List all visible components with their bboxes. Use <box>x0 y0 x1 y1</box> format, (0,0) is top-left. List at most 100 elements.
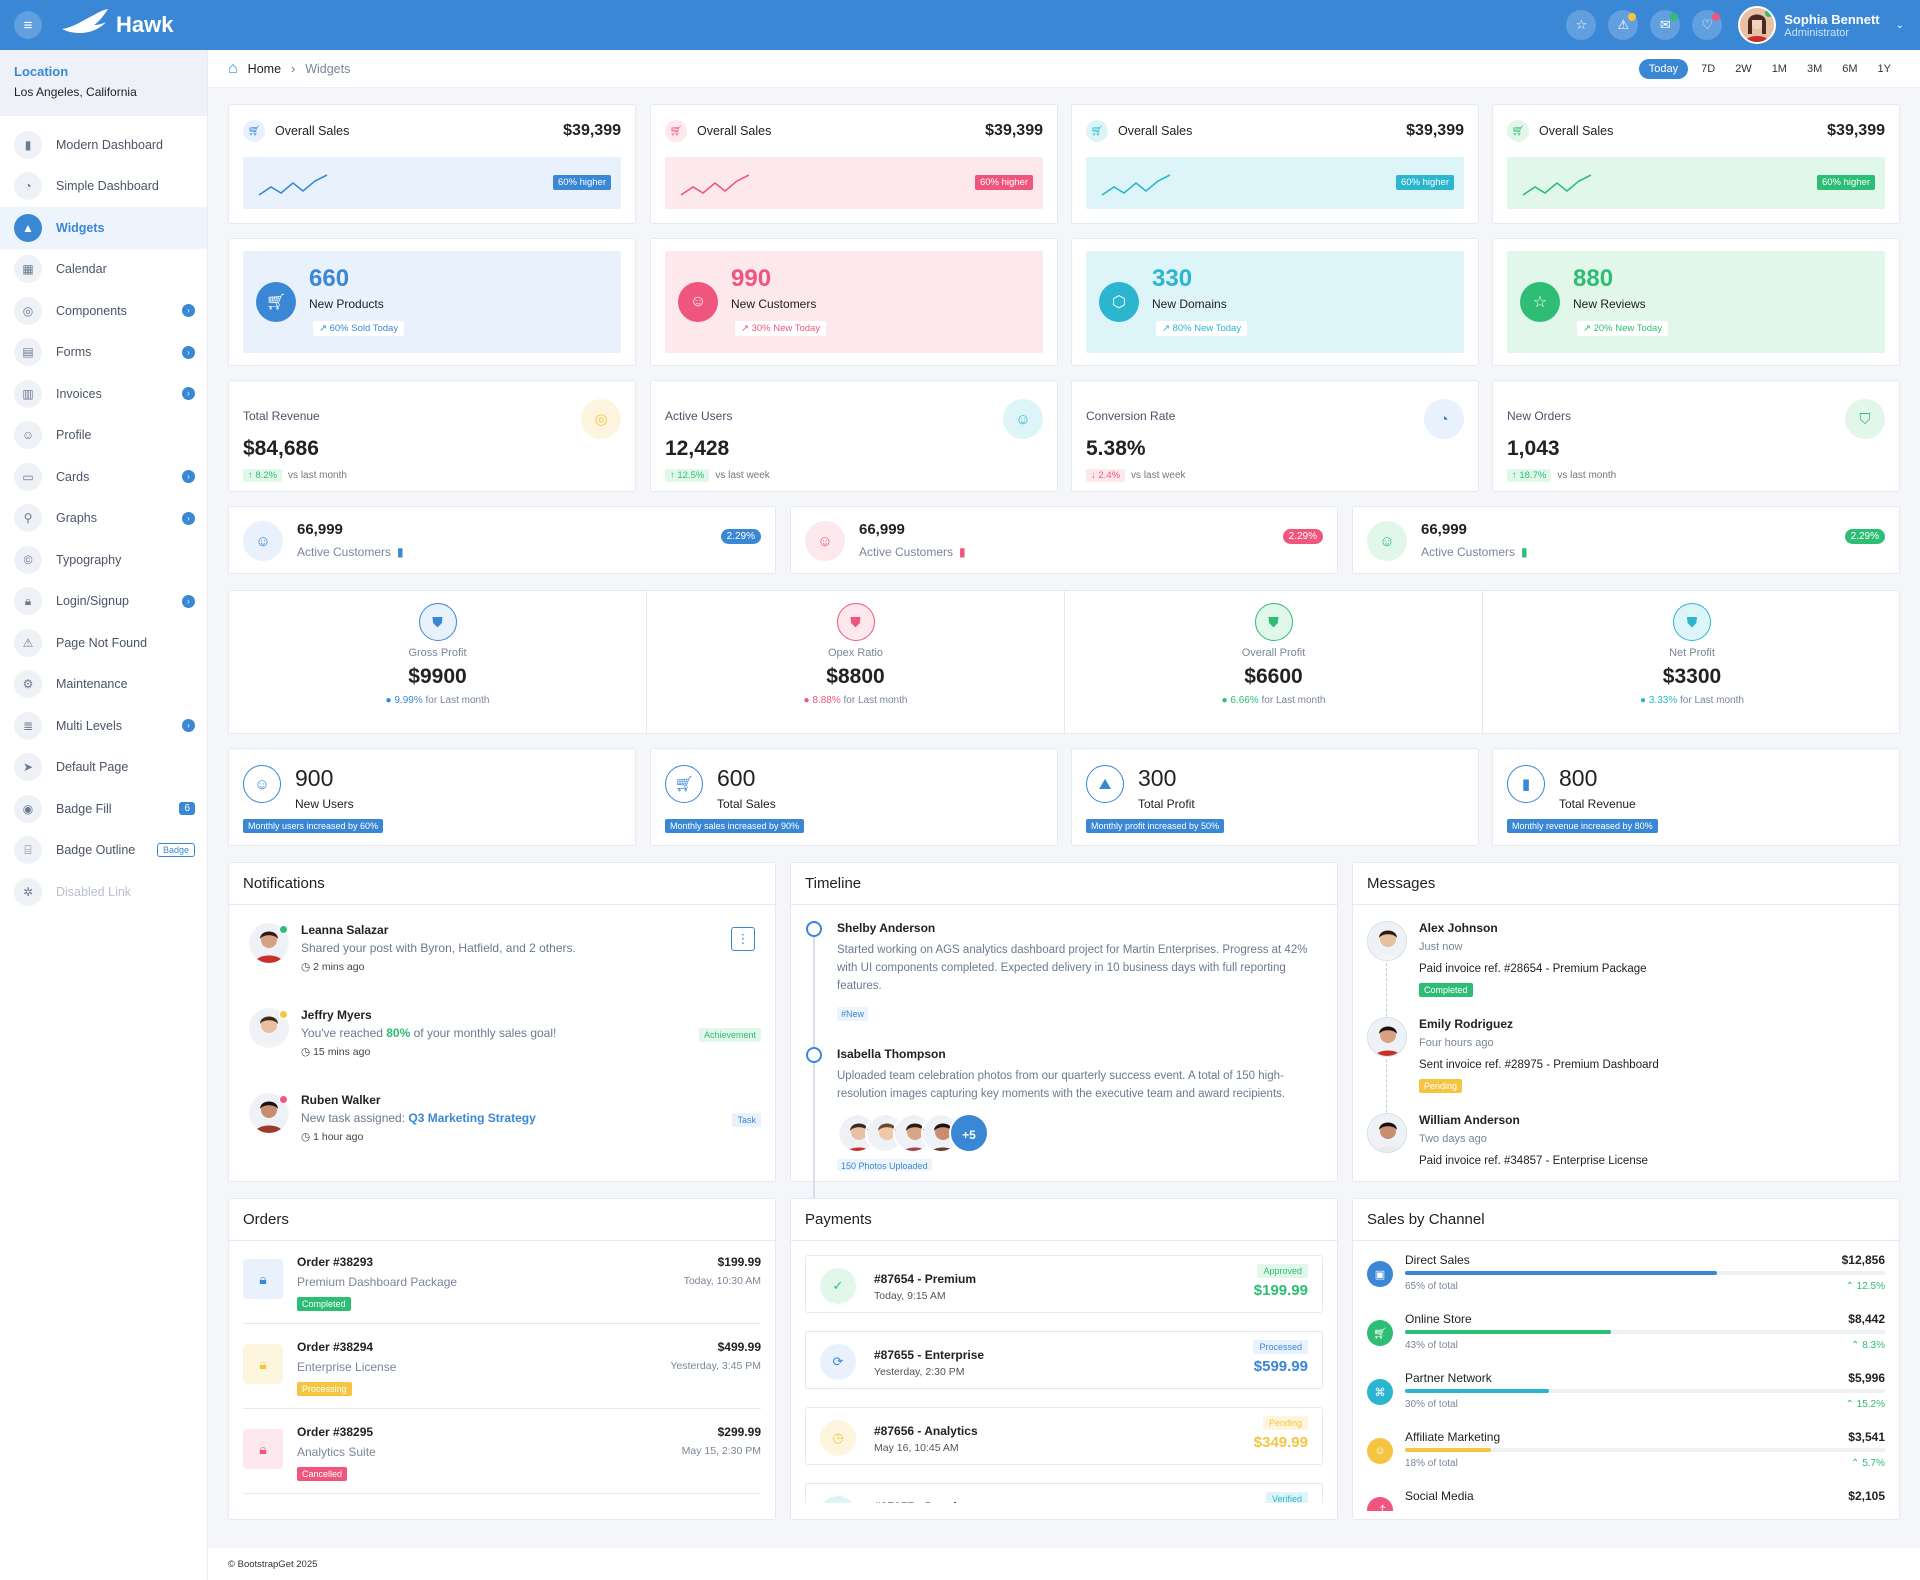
notification-item[interactable]: Jeffry Myers You've reached 80% of your m… <box>243 1008 761 1078</box>
breadcrumb-home[interactable]: Home <box>248 62 281 76</box>
sidebar-item-calendar[interactable]: ▦ Calendar <box>0 249 207 291</box>
payment-item[interactable]: ✓ #87654 - Premium Today, 9:15 AM Approved $… <box>805 1255 1323 1313</box>
profit-value: $9900 <box>408 665 467 688</box>
sidebar-item-simple-dashboard[interactable]: ◔ Simple Dashboard <box>0 166 207 208</box>
bar-chart-icon: ▮ <box>1521 545 1528 559</box>
sidebar-item-badge-outline[interactable]: ⌸ Badge Outline Badge <box>0 830 207 872</box>
monthly-number: 300 <box>1138 765 1177 791</box>
order-date: May 15, 2:30 PM <box>681 1445 761 1457</box>
status-dot <box>1712 13 1721 21</box>
stat-sub-text: 60% Sold Today <box>329 323 399 334</box>
check-icon: ✓ <box>820 1496 856 1503</box>
sidebar-item-login-signup[interactable]: 🔒︎ Login/Signup › <box>0 581 207 623</box>
overall-sales-card: 🛒︎ Overall Sales $39,399 60% higher <box>1492 104 1900 224</box>
caret-up-icon: ⌃ <box>1851 1458 1863 1469</box>
profit-cell: ⛊ Net Profit $3300 ● 3.33% for Last month <box>1483 591 1901 735</box>
gear-icon: ✲ <box>14 877 42 906</box>
channel-name: Social Media <box>1405 1489 1474 1503</box>
warning-icon[interactable]: ⚠ <box>1608 10 1639 40</box>
cart-icon: 🛒︎ <box>1086 120 1108 142</box>
range-1m[interactable]: 1M <box>1765 59 1794 79</box>
kpi-change: ↑ 18.7% vs last month <box>1507 469 1616 482</box>
timeline-dot <box>806 1047 822 1063</box>
chat-icon[interactable]: ♡ <box>1692 10 1723 40</box>
sidebar-item-graphs[interactable]: ⚲ Graphs › <box>0 498 207 540</box>
sidebar-item-forms[interactable]: ▤ Forms › <box>0 332 207 374</box>
pie-icon: ◔ <box>14 172 42 201</box>
monthly-label: Total Revenue <box>1559 797 1636 811</box>
monthly-stat-card: 🛒︎ 600 Total Sales Monthly sales increased … <box>650 748 1058 846</box>
channel-change-value: 5.7% <box>1862 1458 1885 1469</box>
range-3m[interactable]: 3M <box>1800 59 1829 79</box>
sidebar-item-maintenance[interactable]: ⚙ Maintenance <box>0 664 207 706</box>
customers-label-text: Active Customers <box>297 545 392 559</box>
channel-progress-track <box>1405 1448 1885 1452</box>
home-icon[interactable]: ⌂ <box>228 60 238 78</box>
monthly-label: New Users <box>295 797 354 811</box>
copyright-icon: © <box>14 545 42 574</box>
channels-list: ▣ Direct Sales $12,856 65% of total ⌃ 12.5% 🛒… <box>1353 1241 1899 1511</box>
notification-text-c: of your monthly sales goal! <box>410 1026 557 1040</box>
sidebar-item-label: Profile <box>56 428 92 443</box>
user-icon: ☺ <box>1367 521 1407 561</box>
sidebar-item-modern-dashboard[interactable]: ▮ Modern Dashboard <box>0 124 207 166</box>
payment-date: May 16, 10:45 AM <box>874 1442 959 1454</box>
channel-amount: $12,856 <box>1841 1253 1885 1267</box>
notification-item[interactable]: Ruben Walker New task assigned: Q3 Market… <box>243 1093 761 1163</box>
lock-icon: 🔒︎ <box>243 1344 283 1384</box>
channel-amount: $2,105 <box>1848 1489 1885 1503</box>
payment-status-badge: Pending <box>1262 1416 1308 1430</box>
profit-value: $3300 <box>1662 665 1722 688</box>
kpi-title: Conversion Rate <box>1086 409 1176 423</box>
profit-label: Opex Ratio <box>827 647 884 659</box>
range-today[interactable]: Today <box>1638 58 1689 79</box>
sidebar-item-widgets[interactable]: ▲ Widgets <box>0 207 207 249</box>
change-pill: ↓ 2.4% <box>1086 469 1126 482</box>
star-icon[interactable]: ☆ <box>1566 10 1597 40</box>
avatar <box>1367 1017 1407 1057</box>
customers-label-text: Active Customers <box>859 545 954 559</box>
bar-chart-icon: ▮ <box>14 130 42 159</box>
sidebar-item-default-page[interactable]: ➤ Default Page <box>0 747 207 789</box>
arrow-up-right-icon: ↗ <box>1583 323 1594 334</box>
sidebar-item-cards[interactable]: ▭ Cards › <box>0 456 207 498</box>
new-stat-card: 🛒︎ 660 New Products ↗ 60% Sold Today <box>228 238 636 366</box>
payment-name: #87656 - Analytics <box>874 1424 978 1438</box>
logo[interactable]: Hawk <box>60 7 173 43</box>
sidebar-item-multi-levels[interactable]: ≣ Multi Levels › <box>0 705 207 747</box>
profit-period: for Last month <box>1680 695 1744 706</box>
ticket-icon: ⌸ <box>14 836 42 865</box>
payment-item[interactable]: ✓ #87657 - Development Verified <box>805 1483 1323 1503</box>
notification-item[interactable]: Leanna Salazar Shared your post with Byro… <box>243 923 761 993</box>
payment-item[interactable]: ⟳ #87655 - Enterprise Yesterday, 2:30 PM Pr… <box>805 1331 1323 1389</box>
range-7d[interactable]: 7D <box>1694 59 1722 79</box>
sidebar-item-label: Maintenance <box>56 677 128 692</box>
bar-chart-icon: ▮ <box>1507 765 1545 803</box>
range-2w[interactable]: 2W <box>1728 59 1759 79</box>
overall-sales-card: 🛒︎ Overall Sales $39,399 60% higher <box>228 104 636 224</box>
user-menu[interactable]: Sophia Bennett Administrator ⌄ <box>1738 6 1904 44</box>
orders-panel: Orders 🔒︎ Order #38293 Premium Dashboard Pa… <box>228 1198 776 1520</box>
more-photos-badge[interactable]: +5 <box>949 1113 989 1153</box>
sidebar-item-profile[interactable]: ☺ Profile <box>0 415 207 457</box>
new-stat-card: ☺ 990 New Customers ↗ 30% New Today <box>650 238 1058 366</box>
hawk-logo-icon <box>62 9 108 33</box>
range-6m[interactable]: 6M <box>1835 59 1864 79</box>
sidebar-item-components[interactable]: ◎ Components › <box>0 290 207 332</box>
channel-share: 65% of total <box>1405 1281 1458 1292</box>
payment-item[interactable]: ◷ #87656 - Analytics May 16, 10:45 AM Pendi… <box>805 1407 1323 1465</box>
handshake-icon: ⛊ <box>836 603 875 641</box>
sidebar-item-page-not-found[interactable]: ⚠ Page Not Found <box>0 622 207 664</box>
hamburger-menu-icon[interactable]: ≡ <box>14 11 42 39</box>
lock-icon: 🔒︎ <box>243 1429 283 1469</box>
sidebar-item-invoices[interactable]: ▥ Invoices › <box>0 373 207 415</box>
mountain-icon: ⛰ <box>1086 765 1124 803</box>
sidebar-item-typography[interactable]: © Typography <box>0 539 207 581</box>
user-circle-icon: ☺ <box>243 765 281 803</box>
range-1y[interactable]: 1Y <box>1871 59 1898 79</box>
sidebar-item-badge-fill[interactable]: ◉ Badge Fill 6 <box>0 788 207 830</box>
card-title-text: Overall Sales <box>697 124 772 138</box>
monthly-stat-card: ⛰ 300 Total Profit Monthly profit increased… <box>1071 748 1479 846</box>
mail-icon[interactable]: ✉ <box>1650 10 1681 40</box>
notification-highlight: Q3 Marketing Strategy <box>408 1111 536 1125</box>
